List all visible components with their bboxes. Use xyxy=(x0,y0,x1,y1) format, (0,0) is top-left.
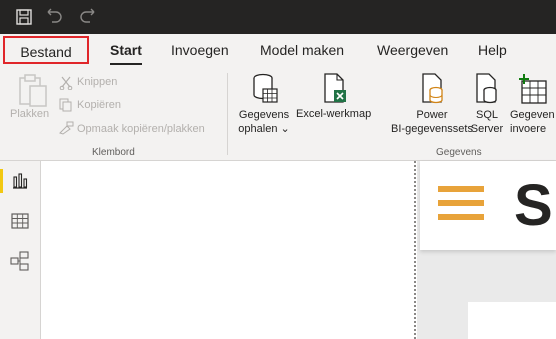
report-title: S xyxy=(514,173,553,238)
sql-server-label-1: SQL xyxy=(475,109,498,121)
format-painter-icon xyxy=(59,121,74,135)
get-data-label-2: ophalen ⌄ xyxy=(238,123,290,135)
tab-model-maken[interactable]: Model maken xyxy=(260,34,344,67)
tab-help[interactable]: Help xyxy=(478,34,507,67)
excel-icon xyxy=(324,73,346,103)
copy-button[interactable]: Kopiëren xyxy=(77,99,121,111)
tab-start[interactable]: Start xyxy=(110,34,142,67)
enter-data-icon xyxy=(519,74,547,104)
ribbon-divider xyxy=(227,73,228,155)
get-data-icon xyxy=(253,73,278,103)
tab-weergeven[interactable]: Weergeven xyxy=(377,34,448,67)
copy-icon xyxy=(59,98,72,112)
view-rail xyxy=(0,161,41,339)
group-label-klembord: Klembord xyxy=(92,147,135,158)
save-icon[interactable] xyxy=(15,8,33,26)
menu-bar: Bestand Start Invoegen Model maken Weerg… xyxy=(0,34,556,67)
excel-workbook-button[interactable]: Excel-werkmap xyxy=(296,108,371,120)
tab-bestand[interactable]: Bestand xyxy=(3,36,89,64)
cut-button[interactable]: Knippen xyxy=(77,76,117,88)
rail-active-indicator xyxy=(0,169,3,193)
model-view-icon[interactable] xyxy=(8,249,32,273)
report-content-card xyxy=(468,302,556,339)
title-bar xyxy=(0,0,556,34)
sql-server-icon xyxy=(476,73,497,104)
report-view-icon[interactable] xyxy=(8,169,32,193)
group-label-gegevens: Gegevens xyxy=(436,147,482,158)
paste-button[interactable]: Plakken xyxy=(10,108,49,120)
ribbon: Plakken Knippen Kopiëren Opmaak kopiëren… xyxy=(0,67,556,161)
chevron-down-icon: ⌄ xyxy=(277,123,290,135)
enter-data-label-1: Gegeven xyxy=(510,109,555,121)
sql-server-label-2: Server xyxy=(470,123,504,135)
sql-server-button[interactable]: SQL Server xyxy=(467,108,507,136)
enter-data-label-2: invoere xyxy=(510,123,547,135)
tab-invoegen[interactable]: Invoegen xyxy=(171,34,229,67)
undo-icon[interactable] xyxy=(46,8,64,26)
paste-icon xyxy=(19,74,47,107)
get-data-label-1: Gegevens xyxy=(238,109,290,121)
scissors-icon xyxy=(59,76,73,90)
data-view-icon[interactable] xyxy=(8,209,32,233)
power-bi-datasets-icon xyxy=(422,73,443,104)
enter-data-button[interactable]: Gegeven invoere xyxy=(510,108,555,136)
redo-icon[interactable] xyxy=(78,8,96,26)
get-data-button[interactable]: Gegevens ophalen ⌄ xyxy=(236,108,292,136)
page-boundary xyxy=(414,161,416,339)
format-painter-button[interactable]: Opmaak kopiëren/plakken xyxy=(77,123,205,135)
